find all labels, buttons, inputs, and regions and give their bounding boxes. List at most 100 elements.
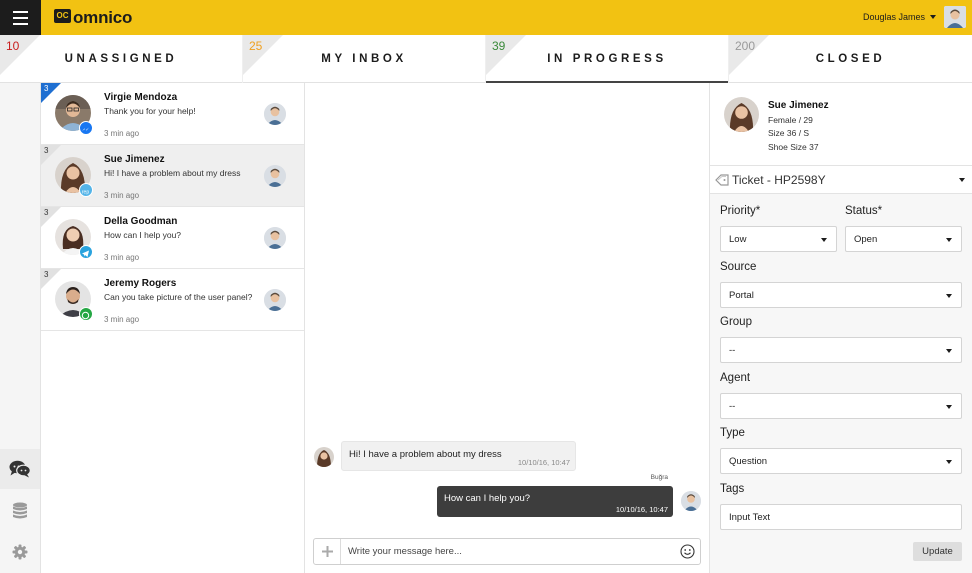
svg-text:rep: rep bbox=[82, 190, 89, 196]
conversation-item[interactable]: 3 Jeremy Rogers Can you take picture of … bbox=[41, 269, 304, 331]
profile-name: Sue Jimenez bbox=[768, 100, 829, 111]
source-value: Portal bbox=[729, 290, 754, 301]
tab-count: 200 bbox=[735, 39, 756, 53]
database-icon bbox=[13, 502, 27, 519]
type-select[interactable]: Question bbox=[720, 448, 962, 474]
group-label: Group bbox=[720, 316, 752, 328]
message-time: 3 min ago bbox=[104, 253, 140, 262]
menu-bar-icon bbox=[13, 16, 28, 19]
customer-details-panel: Sue Jimenez Female / 29 Size 36 / S Shoe… bbox=[709, 83, 972, 573]
ticket-selector[interactable]: Ticket - HP2598Y bbox=[710, 166, 972, 194]
chevron-down-icon bbox=[930, 15, 936, 19]
priority-select[interactable]: Low bbox=[720, 226, 837, 252]
left-rail bbox=[0, 83, 41, 573]
logo-text: omnico bbox=[73, 8, 133, 27]
unread-count: 3 bbox=[44, 208, 49, 217]
chevron-down-icon bbox=[946, 294, 952, 298]
message-input[interactable] bbox=[348, 542, 668, 561]
menu-bar-icon bbox=[13, 22, 28, 25]
customer-avatar bbox=[314, 447, 334, 467]
message-time: 3 min ago bbox=[104, 315, 140, 324]
menu-bar-icon bbox=[13, 10, 28, 13]
chevron-down-icon bbox=[946, 238, 952, 242]
source-label: Source bbox=[720, 261, 757, 273]
tab-count: 39 bbox=[492, 39, 506, 53]
type-value: Question bbox=[729, 456, 768, 467]
group-value: -- bbox=[729, 345, 736, 356]
hamburger-menu-button[interactable] bbox=[0, 0, 41, 35]
conversation-item[interactable]: 3 rep Sue Jimenez Hi! I have a problem a… bbox=[41, 145, 304, 207]
tab-unassigned[interactable]: 10 UNASSIGNED bbox=[0, 35, 243, 83]
web-chat-icon: rep bbox=[79, 183, 93, 197]
tab-in-progress[interactable]: 39 IN PROGRESS bbox=[486, 35, 729, 84]
message-timestamp: 10/10/16, 10:47 bbox=[615, 505, 668, 514]
tags-label: Tags bbox=[720, 483, 745, 495]
last-message: How can I help you? bbox=[104, 230, 182, 240]
last-message: Thank you for your help! bbox=[104, 106, 196, 116]
priority-label: Priority* bbox=[720, 205, 761, 217]
tags-value: Input Text bbox=[729, 512, 771, 523]
status-value: Open bbox=[854, 234, 878, 245]
contact-name: Della Goodman bbox=[104, 216, 178, 227]
messenger-icon bbox=[79, 121, 93, 135]
agent-select[interactable]: -- bbox=[720, 393, 962, 419]
plus-icon bbox=[321, 546, 333, 557]
user-name-label: Douglas James bbox=[862, 12, 925, 22]
user-avatar[interactable] bbox=[944, 6, 966, 28]
chat-panel: Hi! I have a problem about my dress 10/1… bbox=[305, 83, 709, 573]
chevron-down-icon bbox=[946, 460, 952, 464]
tab-label: MY INBOX bbox=[321, 53, 407, 65]
attach-plus-button[interactable] bbox=[314, 539, 341, 564]
omnico-logo[interactable]: OC omnico bbox=[54, 8, 132, 28]
message-timestamp: 10/10/16, 10:47 bbox=[517, 458, 570, 467]
assigned-agent-avatar bbox=[264, 103, 286, 125]
message-time: 3 min ago bbox=[104, 129, 140, 138]
message-time: 3 min ago bbox=[104, 191, 140, 200]
chevron-down-icon bbox=[946, 349, 952, 353]
settings-gear-icon bbox=[12, 544, 28, 560]
message-author: Buğra bbox=[650, 474, 668, 481]
type-label: Type bbox=[720, 427, 745, 439]
profile-size: Size 36 / S bbox=[768, 128, 810, 138]
message-text: How can I help you? bbox=[444, 493, 531, 504]
emoji-icon[interactable] bbox=[680, 544, 695, 559]
ticket-tag-icon bbox=[715, 174, 729, 186]
unread-count: 3 bbox=[44, 84, 49, 93]
contact-name: Sue Jimenez bbox=[104, 154, 165, 165]
rail-settings-button[interactable] bbox=[0, 532, 40, 572]
logo-mark: OC bbox=[54, 8, 71, 23]
tab-label: IN PROGRESS bbox=[547, 53, 667, 65]
tags-input[interactable]: Input Text bbox=[720, 504, 962, 530]
last-message: Hi! I have a problem about my dress bbox=[104, 168, 241, 178]
outgoing-message-bubble: How can I help you? 10/10/16, 10:47 bbox=[437, 486, 673, 517]
top-header: OC omnico Douglas James bbox=[0, 0, 972, 35]
unread-count: 3 bbox=[44, 270, 49, 279]
conversation-item[interactable]: 3 Della Goodman How can I help you? 3 mi… bbox=[41, 207, 304, 269]
user-avatar-image bbox=[944, 6, 966, 28]
tab-label: UNASSIGNED bbox=[64, 53, 178, 65]
chevron-down-icon bbox=[946, 405, 952, 409]
user-menu[interactable]: Douglas James bbox=[863, 12, 936, 22]
tab-my-inbox[interactable]: 25 MY INBOX bbox=[243, 35, 486, 83]
status-select[interactable]: Open bbox=[845, 226, 962, 252]
update-button[interactable]: Update bbox=[913, 542, 962, 561]
assigned-agent-avatar bbox=[264, 227, 286, 249]
agent-label: Agent bbox=[720, 372, 751, 384]
tab-label: CLOSED bbox=[815, 53, 886, 65]
rail-database-button[interactable] bbox=[0, 491, 40, 531]
source-select[interactable]: Portal bbox=[720, 282, 962, 308]
tab-closed[interactable]: 200 CLOSED bbox=[729, 35, 972, 83]
chat-bubbles-icon bbox=[9, 460, 31, 478]
group-select[interactable]: -- bbox=[720, 337, 962, 363]
telegram-icon bbox=[79, 245, 93, 259]
rail-chat-button[interactable] bbox=[0, 449, 40, 489]
agent-value: -- bbox=[729, 401, 736, 412]
incoming-message-bubble: Hi! I have a problem about my dress 10/1… bbox=[341, 441, 576, 471]
agent-avatar bbox=[681, 491, 701, 511]
inbox-tabs: 10 UNASSIGNED 25 MY INBOX 39 IN PROGRESS… bbox=[0, 35, 972, 84]
chevron-down-icon bbox=[959, 178, 965, 182]
conversation-item[interactable]: 3 Virgie Mendoza Thank you for your help… bbox=[41, 83, 304, 145]
profile-shoe-size: Shoe Size 37 bbox=[768, 142, 819, 152]
assigned-agent-avatar bbox=[264, 165, 286, 187]
contact-name: Jeremy Rogers bbox=[104, 278, 177, 289]
